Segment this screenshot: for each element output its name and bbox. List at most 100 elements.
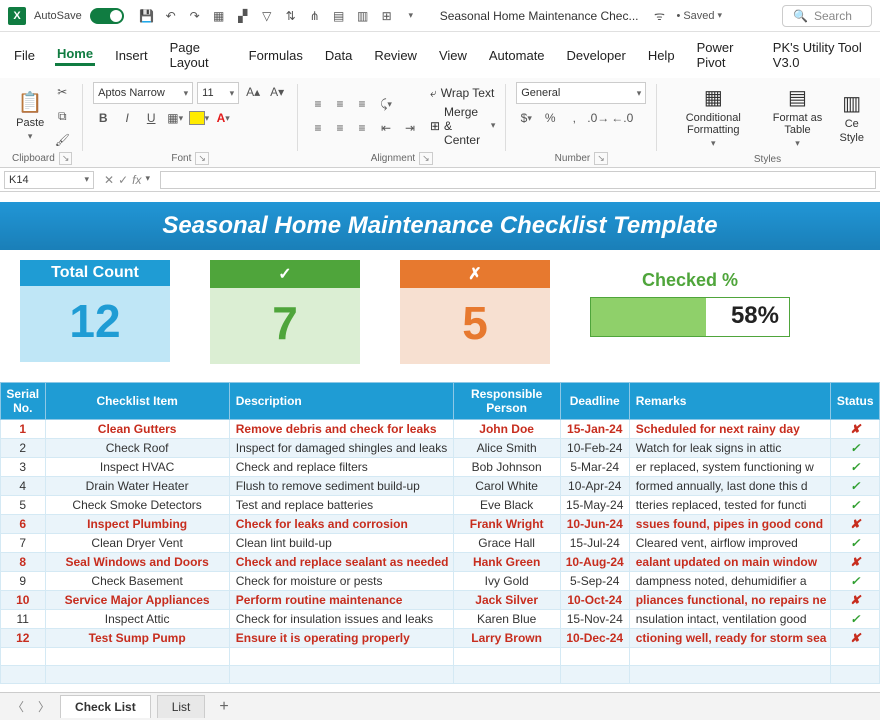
cell-remarks[interactable]: Cleared vent, airflow improved	[629, 534, 831, 553]
format-painter-icon[interactable]: 🖌	[52, 130, 72, 150]
cell-serial[interactable]: 3	[1, 458, 46, 477]
currency-icon[interactable]: $▾	[516, 108, 536, 128]
menu-tab-view[interactable]: View	[437, 46, 469, 65]
cell-empty[interactable]	[229, 666, 453, 684]
search-input[interactable]: 🔍 Search	[782, 5, 872, 27]
calc-icon[interactable]: ⊞	[378, 7, 396, 25]
align-left-icon[interactable]: ≡	[308, 118, 328, 138]
cell-item[interactable]: Check Roof	[45, 439, 229, 458]
menu-tab-pk-s-utility-tool-v3-0[interactable]: PK's Utility Tool V3.0	[771, 38, 868, 72]
cell-status[interactable]: ✘	[831, 420, 880, 439]
border-button[interactable]: ▦▾	[165, 108, 185, 128]
cell-remarks[interactable]: nsulation intact, ventilation good	[629, 610, 831, 629]
align-middle-icon[interactable]: ≡	[330, 94, 350, 114]
cell-status[interactable]: ✓	[831, 458, 880, 477]
merge-center-button[interactable]: Merge & Center	[444, 105, 487, 147]
sheet-tab-list[interactable]: List	[157, 695, 206, 718]
table-row[interactable]: 4Drain Water HeaterFlush to remove sedim…	[1, 477, 880, 496]
table-header[interactable]: Description	[229, 383, 453, 420]
cell-deadline[interactable]: 10-Dec-24	[560, 629, 629, 648]
table-row[interactable]: 11Inspect AtticCheck for insulation issu…	[1, 610, 880, 629]
cell-item[interactable]: Inspect HVAC	[45, 458, 229, 477]
percent-icon[interactable]: %	[540, 108, 560, 128]
menu-tab-help[interactable]: Help	[646, 46, 677, 65]
table-header[interactable]: Responsible Person	[453, 383, 560, 420]
cell-description[interactable]: Check and replace filters	[229, 458, 453, 477]
cell-deadline[interactable]: 15-Jan-24	[560, 420, 629, 439]
increase-font-icon[interactable]: A▴	[243, 82, 263, 102]
filter-icon[interactable]: ▽	[258, 7, 276, 25]
table-row-empty[interactable]	[1, 648, 880, 666]
cell-serial[interactable]: 11	[1, 610, 46, 629]
italic-button[interactable]: I	[117, 108, 137, 128]
cell-empty[interactable]	[831, 666, 880, 684]
link-icon[interactable]: ⋔	[306, 7, 324, 25]
decrease-decimal-icon[interactable]: ←.0	[612, 108, 632, 128]
cell-empty[interactable]	[1, 648, 46, 666]
cell-deadline[interactable]: 15-Jul-24	[560, 534, 629, 553]
table-row[interactable]: 2Check RoofInspect for damaged shingles …	[1, 439, 880, 458]
cell-empty[interactable]	[229, 648, 453, 666]
table-row[interactable]: 3Inspect HVACCheck and replace filtersBo…	[1, 458, 880, 477]
underline-button[interactable]: U	[141, 108, 161, 128]
cell-status[interactable]: ✓	[831, 610, 880, 629]
font-name-select[interactable]: Aptos Narrow▾	[93, 82, 193, 104]
save-icon[interactable]: 💾	[138, 7, 156, 25]
sheet-tab-checklist[interactable]: Check List	[60, 695, 151, 718]
qat-more-icon[interactable]: ▾	[402, 7, 420, 25]
cell-deadline[interactable]: 10-Feb-24	[560, 439, 629, 458]
cell-description[interactable]: Clean lint build-up	[229, 534, 453, 553]
table-row[interactable]: 8Seal Windows and DoorsCheck and replace…	[1, 553, 880, 572]
menu-tab-formulas[interactable]: Formulas	[247, 46, 305, 65]
autosave-toggle[interactable]	[90, 8, 124, 24]
menu-tab-home[interactable]: Home	[55, 44, 95, 66]
name-box[interactable]: K14▾	[4, 171, 94, 189]
sheet-nav-next[interactable]: 〉	[34, 698, 54, 715]
cell-empty[interactable]	[453, 666, 560, 684]
worksheet[interactable]: Seasonal Home Maintenance Checklist Temp…	[0, 192, 880, 684]
share-icon[interactable]: ᯤ	[650, 7, 668, 25]
cell-serial[interactable]: 10	[1, 591, 46, 610]
formula-input[interactable]	[160, 171, 876, 189]
table-row-empty[interactable]	[1, 666, 880, 684]
chevron-down-icon[interactable]: ▾	[491, 120, 496, 131]
cell-description[interactable]: Ensure it is operating properly	[229, 629, 453, 648]
cell-responsible[interactable]: Carol White	[453, 477, 560, 496]
cell-status[interactable]: ✓	[831, 572, 880, 591]
table-icon[interactable]: ▤	[330, 7, 348, 25]
bold-button[interactable]: B	[93, 108, 113, 128]
cell-responsible[interactable]: Jack Silver	[453, 591, 560, 610]
add-sheet-button[interactable]: +	[211, 698, 236, 716]
cell-empty[interactable]	[629, 666, 831, 684]
cell-status[interactable]: ✓	[831, 496, 880, 515]
cell-responsible[interactable]: Grace Hall	[453, 534, 560, 553]
menu-tab-review[interactable]: Review	[372, 46, 419, 65]
cell-responsible[interactable]: Larry Brown	[453, 629, 560, 648]
cell-responsible[interactable]: Bob Johnson	[453, 458, 560, 477]
orientation-icon[interactable]: ⤹▾	[376, 94, 396, 114]
menu-tab-data[interactable]: Data	[323, 46, 354, 65]
cell-description[interactable]: Flush to remove sediment build-up	[229, 477, 453, 496]
conditional-formatting-button[interactable]: ▦ Conditional Formatting▾	[667, 88, 759, 146]
table-header[interactable]: Serial No.	[1, 383, 46, 420]
increase-indent-icon[interactable]: ⇥	[400, 118, 420, 138]
cancel-formula-icon[interactable]: ✕	[104, 173, 114, 187]
cell-remarks[interactable]: er replaced, system functioning w	[629, 458, 831, 477]
cell-responsible[interactable]: Hank Green	[453, 553, 560, 572]
copy-icon[interactable]: ⧉	[52, 106, 72, 126]
cut-icon[interactable]: ✂	[52, 82, 72, 102]
format-as-table-button[interactable]: ▤ Format as Table▾	[763, 88, 831, 146]
cell-item[interactable]: Check Basement	[45, 572, 229, 591]
checklist-table[interactable]: Serial No.Checklist ItemDescriptionRespo…	[0, 382, 880, 684]
table-row[interactable]: 10Service Major AppliancesPerform routin…	[1, 591, 880, 610]
table-header[interactable]: Status	[831, 383, 880, 420]
cell-deadline[interactable]: 10-Aug-24	[560, 553, 629, 572]
decrease-font-icon[interactable]: A▾	[267, 82, 287, 102]
cell-remarks[interactable]: ctioning well, ready for storm sea	[629, 629, 831, 648]
align-top-icon[interactable]: ≡	[308, 94, 328, 114]
cell-serial[interactable]: 4	[1, 477, 46, 496]
cell-responsible[interactable]: Alice Smith	[453, 439, 560, 458]
cell-status[interactable]: ✘	[831, 553, 880, 572]
cell-deadline[interactable]: 5-Mar-24	[560, 458, 629, 477]
cell-serial[interactable]: 8	[1, 553, 46, 572]
